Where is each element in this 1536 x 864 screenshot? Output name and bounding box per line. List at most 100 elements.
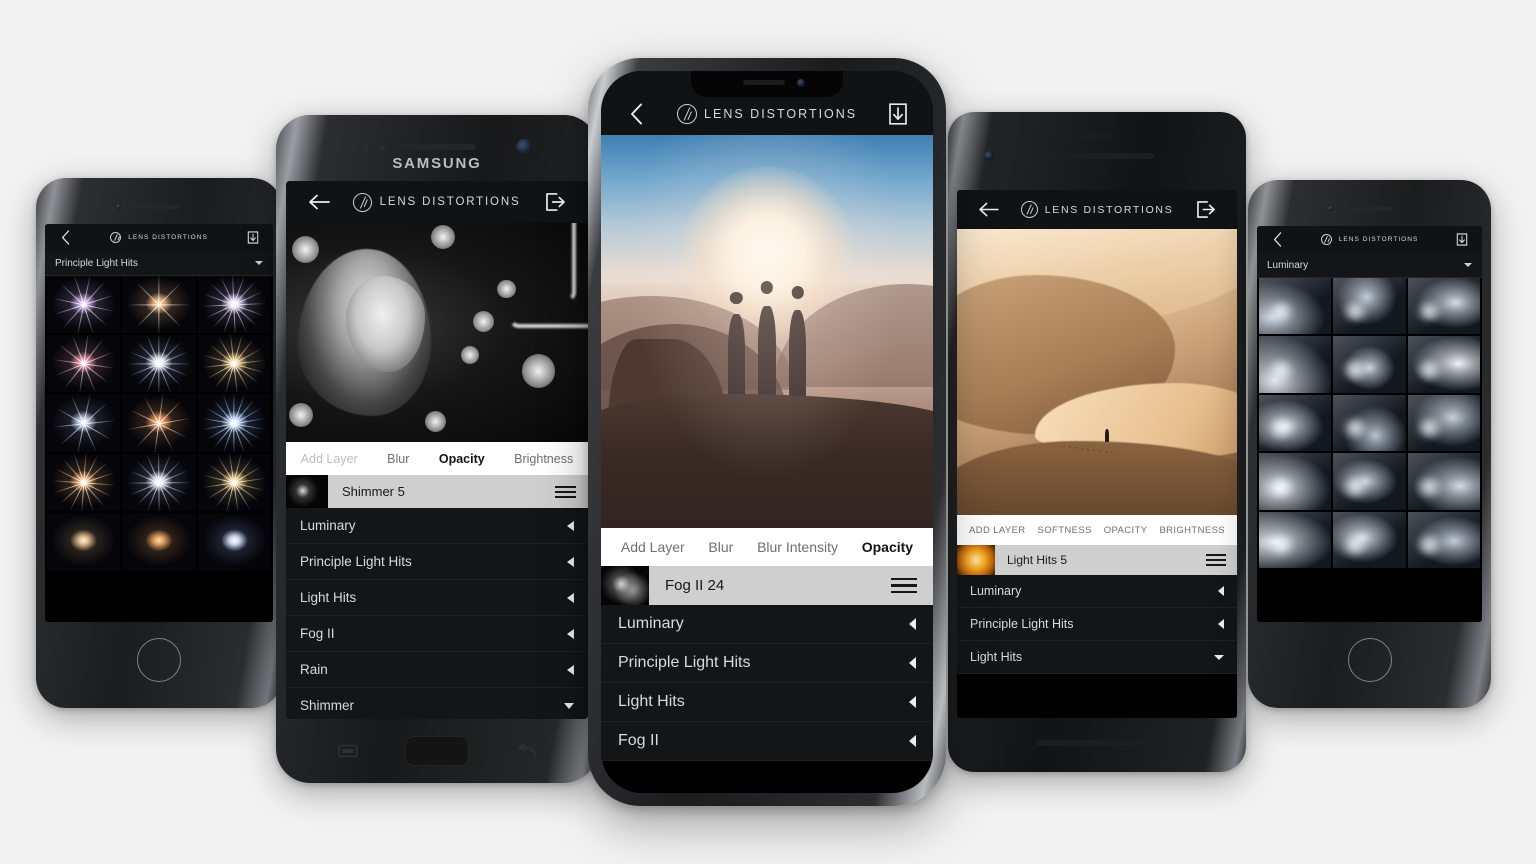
front-camera-icon — [1328, 206, 1333, 211]
effect-label: Principle Light Hits — [300, 554, 412, 569]
caret-down-icon — [1214, 654, 1224, 660]
preset-thumbnail[interactable] — [1259, 395, 1331, 451]
earpiece-speaker — [1342, 207, 1392, 211]
effect-row-principle-light-hits[interactable]: Principle Light Hits — [286, 544, 588, 580]
phone-center-brand: LENS DISTORTIONS — [653, 104, 881, 124]
phone-pixel-layer-row[interactable]: Light Hits 5 — [957, 545, 1237, 575]
preset-thumbnail[interactable] — [1333, 453, 1405, 509]
phone-samsung-photo[interactable] — [286, 223, 588, 442]
tab-add-layer[interactable]: ADD LAYER — [969, 525, 1026, 536]
effect-row-luminary[interactable]: Luminary — [286, 508, 588, 544]
phone-pixel-back-button[interactable] — [972, 202, 1004, 217]
phone-samsung-layer-row[interactable]: Shimmer 5 — [286, 475, 588, 508]
preset-thumbnail[interactable] — [47, 513, 120, 570]
effect-row-principle-light-hits[interactable]: Principle Light Hits — [957, 608, 1237, 641]
effect-row-fog-ii[interactable]: Fog II — [286, 616, 588, 652]
proximity-slot — [1078, 134, 1112, 139]
chevron-left-icon — [630, 103, 642, 125]
drag-handle-icon[interactable] — [891, 577, 917, 594]
preset-thumbnail[interactable] — [198, 276, 271, 334]
phone-left-brand: LENS DISTORTIONS — [76, 232, 242, 243]
drag-handle-icon[interactable] — [1206, 554, 1226, 567]
phone-left-preset-grid[interactable] — [45, 276, 273, 571]
preset-thumbnail[interactable] — [122, 513, 195, 570]
tab-add-layer[interactable]: Add Layer — [301, 452, 358, 466]
tab-add-layer[interactable]: Add Layer — [621, 539, 685, 555]
tab-blur-intensity[interactable]: Blur Intensity — [757, 539, 838, 555]
preset-thumbnail[interactable] — [47, 276, 120, 334]
preset-thumbnail[interactable] — [198, 513, 271, 570]
preset-thumbnail[interactable] — [1259, 453, 1331, 509]
effect-row-light-hits[interactable]: Light Hits — [286, 580, 588, 616]
tab-brightness[interactable]: BRIGHTNESS — [1159, 525, 1225, 536]
phone-pixel-effect-list[interactable]: Luminary Principle Light Hits Light Hits — [957, 575, 1237, 674]
phone-center-tabs[interactable]: Add Layer Blur Blur Intensity Opacity — [601, 528, 933, 566]
preset-thumbnail[interactable] — [1408, 512, 1480, 568]
handle-line — [891, 584, 917, 587]
preset-thumbnail[interactable] — [1408, 336, 1480, 392]
effect-row-shimmer[interactable]: Shimmer — [286, 688, 588, 719]
tab-blur[interactable]: Blur — [387, 452, 409, 466]
phone-samsung-effect-list[interactable]: Luminary Principle Light Hits Light Hits Fo… — [286, 508, 588, 719]
phone-center-back-button[interactable] — [619, 103, 653, 125]
effect-row-rain[interactable]: Rain — [286, 652, 588, 688]
effect-row-principle-light-hits[interactable]: Principle Light Hits — [601, 644, 933, 683]
preset-thumbnail[interactable] — [1333, 512, 1405, 568]
preset-thumbnail[interactable] — [1333, 395, 1405, 451]
phone-left-category-dropdown[interactable]: Principle Light Hits — [45, 251, 273, 276]
effect-row-light-hits[interactable]: Light Hits — [957, 641, 1237, 674]
preset-thumbnail[interactable] — [122, 276, 195, 334]
home-button[interactable] — [137, 638, 181, 682]
back-arrow-icon[interactable] — [516, 743, 537, 759]
home-button[interactable] — [1347, 638, 1392, 682]
tab-softness[interactable]: SOFTNESS — [1038, 525, 1092, 536]
tab-opacity[interactable]: Opacity — [862, 539, 913, 555]
drag-handle-icon[interactable] — [555, 485, 576, 499]
preset-thumbnail[interactable] — [1259, 278, 1331, 334]
phone-right-export-button[interactable] — [1451, 233, 1473, 246]
recents-square-icon[interactable] — [338, 743, 358, 759]
tab-brightness[interactable]: Brightness — [514, 452, 573, 466]
preset-thumbnail[interactable] — [47, 394, 120, 452]
preset-thumbnail[interactable] — [1333, 336, 1405, 392]
phone-left-back-button[interactable] — [54, 230, 76, 245]
phone-center-photo[interactable] — [601, 135, 933, 528]
tab-opacity[interactable]: OPACITY — [1104, 525, 1148, 536]
phone-right-preset-grid[interactable] — [1257, 278, 1482, 569]
phone-pixel-export-button[interactable] — [1190, 201, 1222, 218]
preset-thumbnail[interactable] — [47, 453, 120, 511]
chevron-left-icon — [567, 592, 574, 603]
preset-thumbnail[interactable] — [1408, 453, 1480, 509]
phone-right-back-button[interactable] — [1266, 232, 1288, 247]
phone-center-export-button[interactable] — [881, 103, 915, 125]
preset-thumbnail[interactable] — [122, 335, 195, 393]
phone-samsung-tabs[interactable]: Add Layer Blur Opacity Brightness — [286, 442, 588, 475]
phone-pixel-tabs[interactable]: ADD LAYER SOFTNESS OPACITY BRIGHTNESS — [957, 515, 1237, 545]
home-button[interactable] — [405, 736, 469, 766]
preset-thumbnail[interactable] — [198, 394, 271, 452]
tab-blur[interactable]: Blur — [708, 539, 733, 555]
phone-center-effect-list[interactable]: Luminary Principle Light Hits Light Hits Fo… — [601, 605, 933, 761]
preset-thumbnail[interactable] — [47, 335, 120, 393]
phone-right-category-dropdown[interactable]: Luminary — [1257, 253, 1482, 278]
phone-left-export-button[interactable] — [242, 231, 264, 244]
preset-thumbnail[interactable] — [198, 453, 271, 511]
preset-thumbnail[interactable] — [1333, 278, 1405, 334]
preset-thumbnail[interactable] — [122, 453, 195, 511]
phone-pixel-photo[interactable] — [957, 229, 1237, 515]
phone-center-layer-row[interactable]: Fog II 24 — [601, 566, 933, 605]
preset-thumbnail[interactable] — [1408, 395, 1480, 451]
light-leak-shape — [1267, 475, 1294, 498]
effect-row-luminary[interactable]: Luminary — [601, 605, 933, 644]
preset-thumbnail[interactable] — [198, 335, 271, 393]
preset-thumbnail[interactable] — [1259, 336, 1331, 392]
preset-thumbnail[interactable] — [1408, 278, 1480, 334]
phone-samsung-back-button[interactable] — [302, 194, 336, 210]
tab-opacity[interactable]: Opacity — [439, 452, 485, 466]
preset-thumbnail[interactable] — [122, 394, 195, 452]
phone-samsung-export-button[interactable] — [538, 193, 572, 211]
effect-row-luminary[interactable]: Luminary — [957, 575, 1237, 608]
preset-thumbnail[interactable] — [1259, 512, 1331, 568]
effect-row-light-hits[interactable]: Light Hits — [601, 683, 933, 722]
effect-row-fog-ii[interactable]: Fog II — [601, 722, 933, 761]
